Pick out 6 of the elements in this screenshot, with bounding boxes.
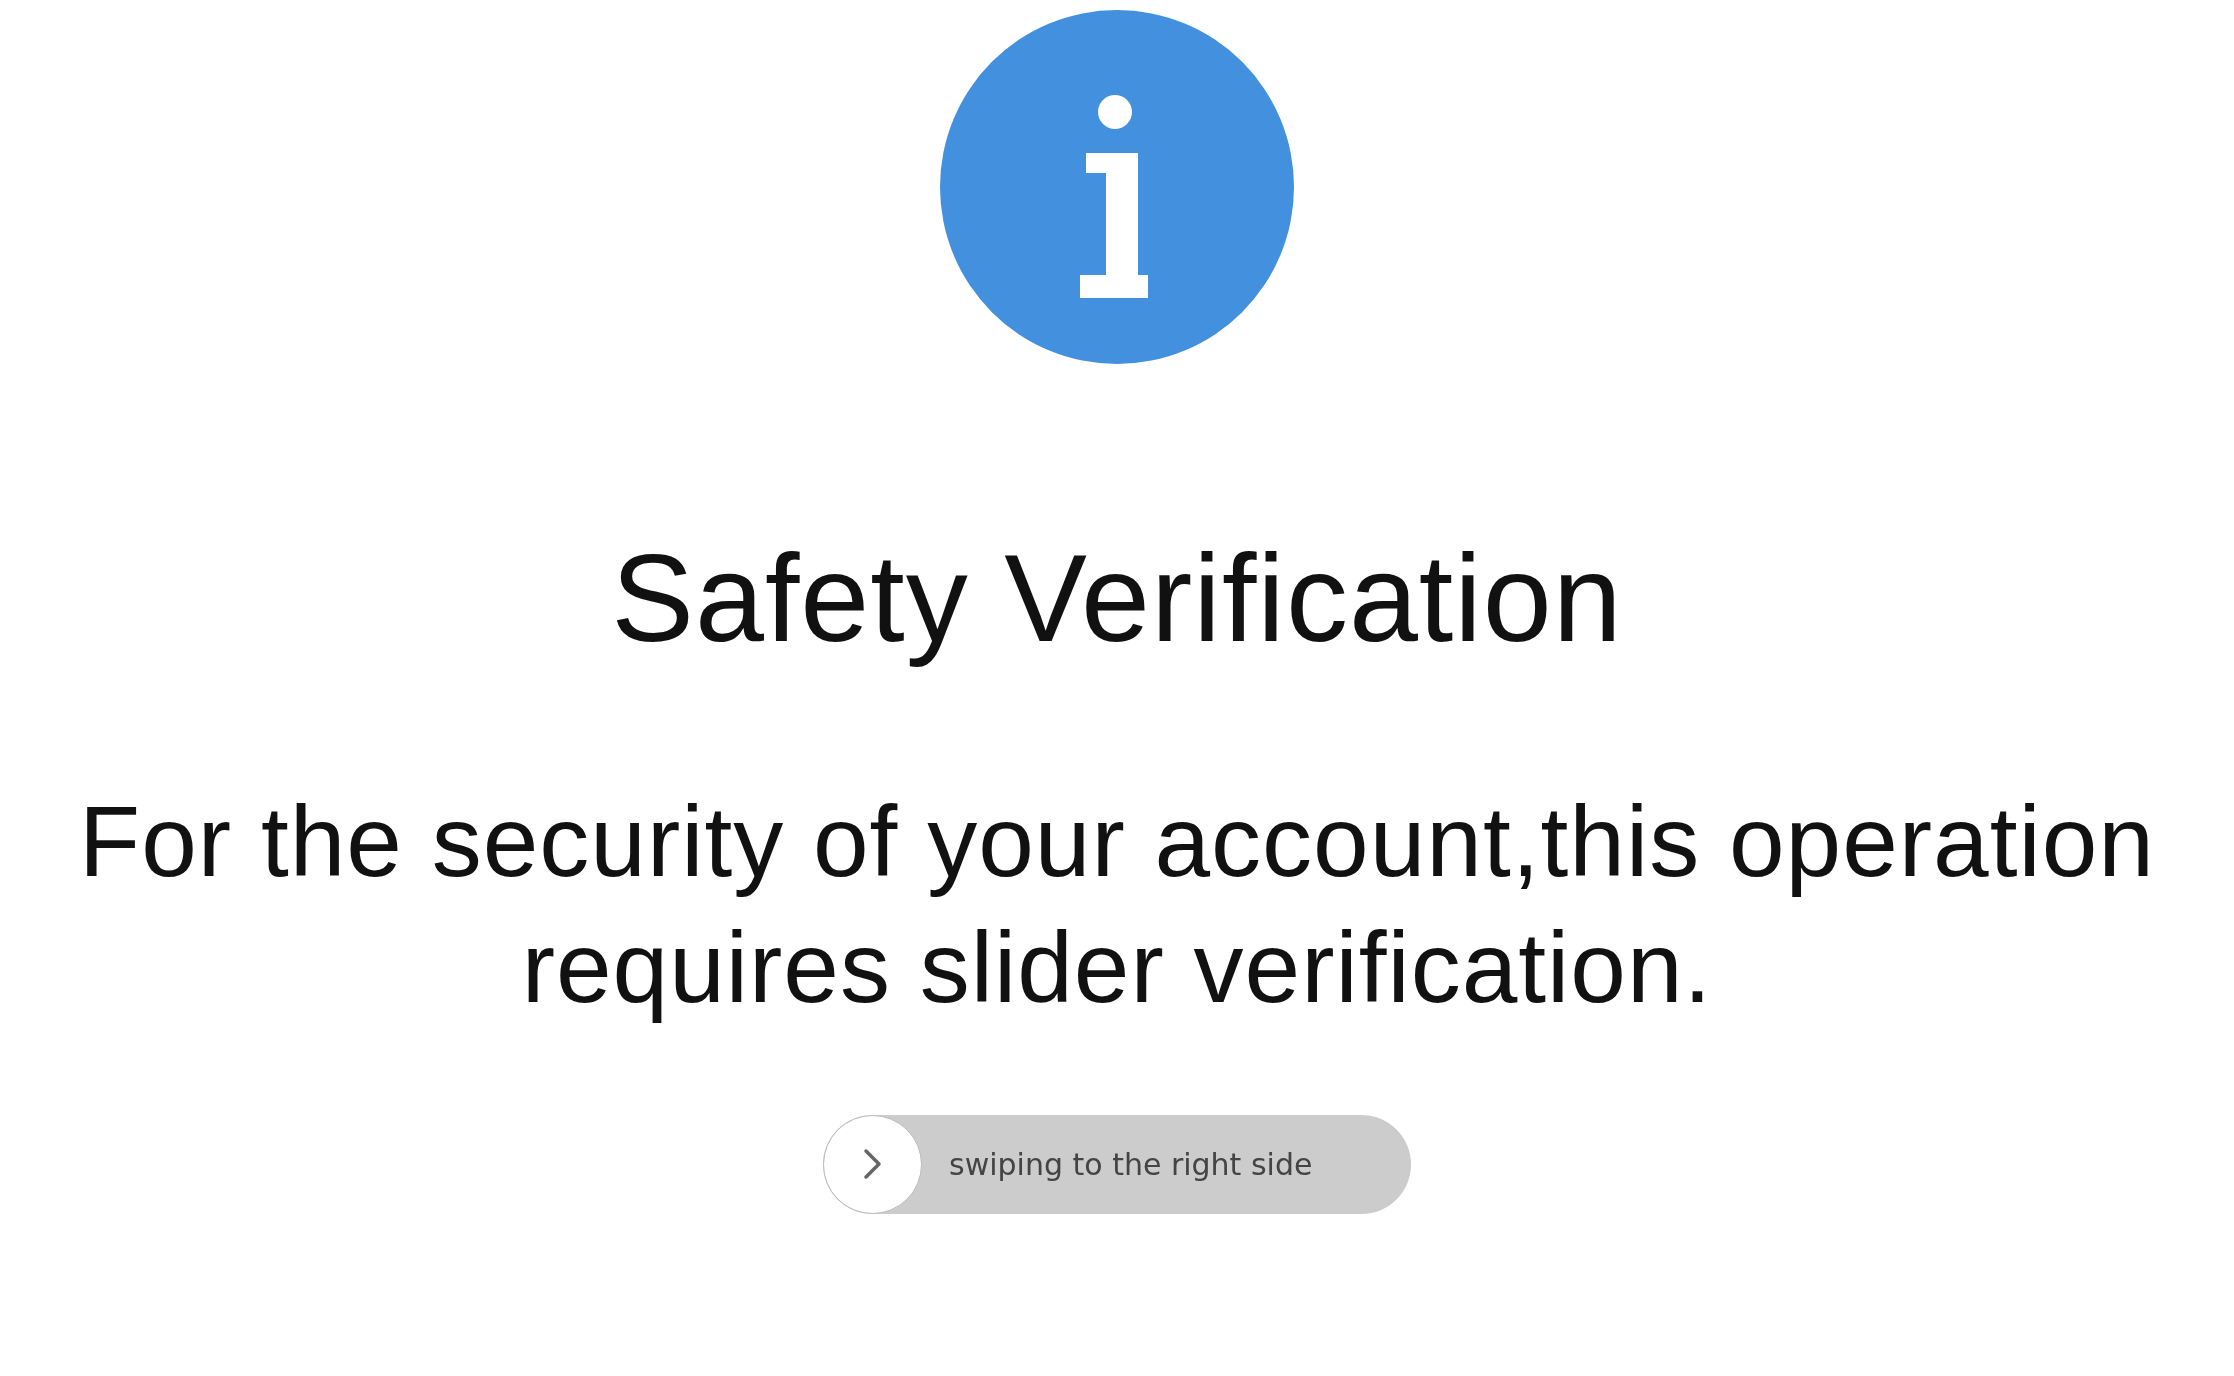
page-title: Safety Verification — [611, 528, 1623, 669]
slider-label: swiping to the right side — [949, 1146, 1313, 1182]
message-text: For the security of your account,this operation requires slider verification. — [78, 783, 2156, 1025]
info-icon — [940, 10, 1294, 364]
slider-track[interactable]: swiping to the right side — [823, 1114, 1411, 1214]
chevron-right-icon — [862, 1148, 883, 1181]
